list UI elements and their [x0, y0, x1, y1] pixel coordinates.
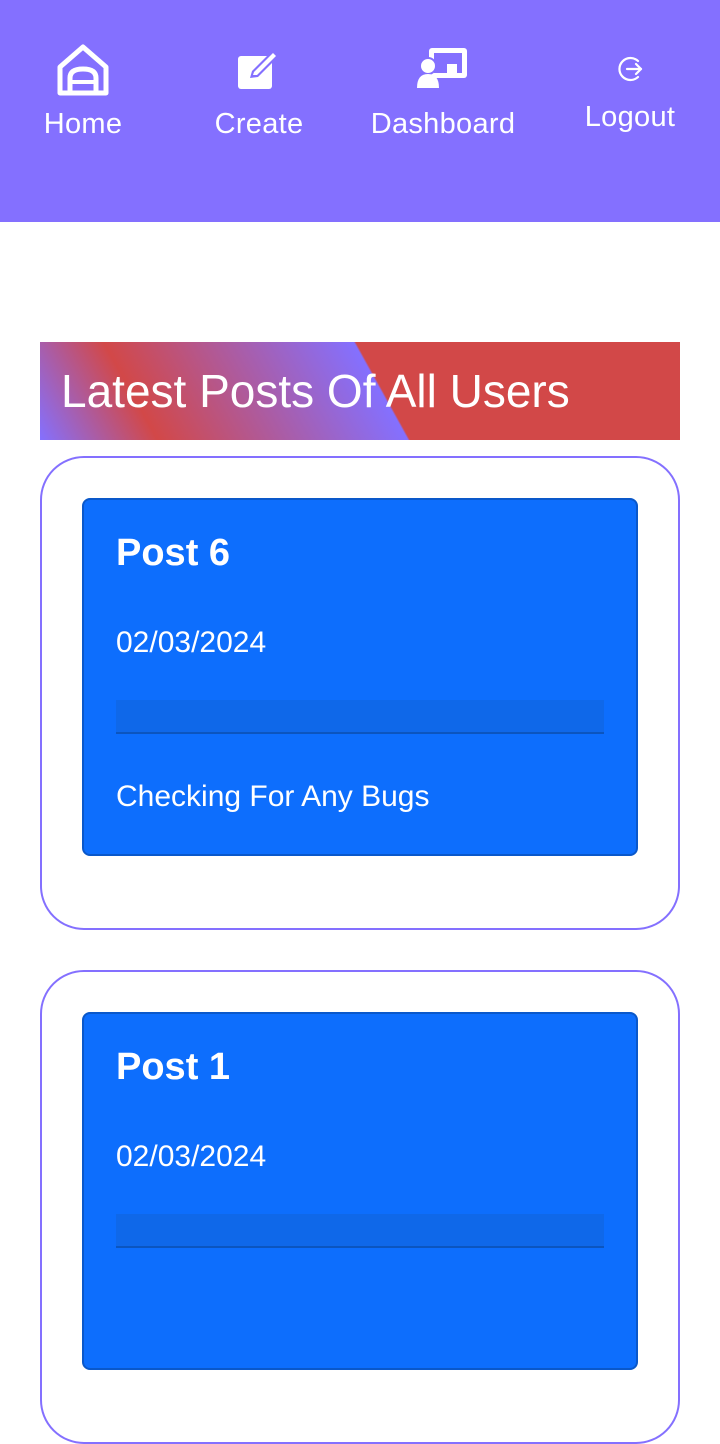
section-title: Latest Posts Of All Users: [61, 365, 570, 417]
post-text: Checking For Any Bugs: [116, 780, 430, 813]
logout-icon: [615, 54, 645, 89]
nav-create-label: Create: [214, 108, 304, 140]
dashboard-icon: [417, 46, 469, 95]
post-title: Post 1: [116, 1046, 231, 1088]
top-navbar: Home Create Dashboard Logout: [0, 0, 720, 222]
post-divider: [116, 700, 604, 734]
nav-home-label: Home: [43, 108, 123, 140]
home-icon: [55, 42, 111, 103]
nav-dashboard-label: Dashboard: [370, 108, 516, 140]
latest-posts-banner: Latest Posts Of All Users: [40, 342, 680, 440]
edit-icon: [236, 48, 282, 97]
nav-logout-label: Logout: [584, 101, 676, 133]
post-card-body[interactable]: Post 1 02/03/2024: [82, 1012, 638, 1370]
post-card-body[interactable]: Post 6 02/03/2024 Checking For Any Bugs: [82, 498, 638, 856]
post-title: Post 6: [116, 532, 231, 574]
post-card: Post 6 02/03/2024 Checking For Any Bugs: [40, 456, 680, 930]
post-divider: [116, 1214, 604, 1248]
post-date: 02/03/2024: [116, 626, 267, 659]
post-card: Post 1 02/03/2024: [40, 970, 680, 1444]
